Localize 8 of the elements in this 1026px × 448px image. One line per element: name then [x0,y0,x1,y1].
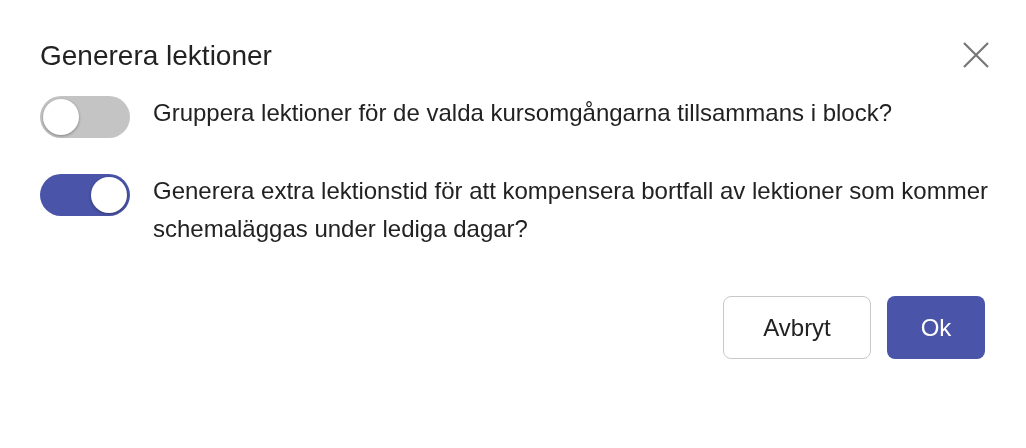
toggle-switch[interactable] [40,174,130,216]
ok-button[interactable]: Ok [887,296,985,359]
toggle-switch[interactable] [40,96,130,138]
option-label: Generera extra lektionstid för att kompensera bortfall av lektioner som kommer schemaläggas under lediga dagar? [153,176,990,244]
dialog-title: Generera lektioner [40,39,272,73]
option-label: Gruppera lektioner för de valda kursomgångarna tillsammans i block? [153,98,894,128]
cancel-button[interactable]: Avbryt [723,296,871,359]
close-icon[interactable] [962,41,990,69]
